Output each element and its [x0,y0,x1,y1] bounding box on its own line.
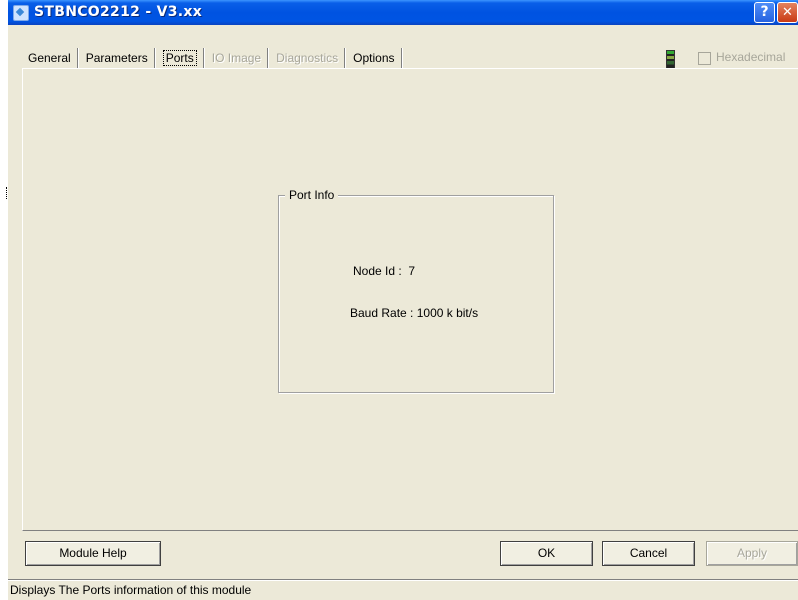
tab-strip: General Parameters Ports IO Image Diagno… [22,48,404,69]
node-id-value: 7 [408,264,416,278]
tab-panel-ports: Port Info Node Id : 7 Baud Rate : 1000 k… [22,68,798,531]
status-led-icon [666,50,675,69]
node-id-row: Node Id : 7 [353,264,415,278]
apply-button: Apply [706,541,798,566]
tab-label: Ports [162,50,197,66]
baud-rate-row: Baud Rate : 1000 k bit/s [350,306,478,320]
tab-label: IO Image [211,51,262,65]
window-title: STBNCO2212 - V3.xx [34,4,203,20]
module-help-button[interactable]: Module Help [25,541,161,566]
background-edge [0,0,8,600]
ok-button[interactable]: OK [500,541,593,566]
question-mark-icon: ? [760,4,769,20]
hexadecimal-label: Hexadecimal [716,50,786,64]
port-info-group: Port Info Node Id : 7 Baud Rate : 1000 k… [278,188,554,393]
tab-ports[interactable]: Ports [157,48,204,68]
title-bar[interactable]: STBNCO2212 - V3.xx ? ✕ [8,0,798,25]
tab-label: Parameters [85,51,148,65]
status-text: Displays The Ports information of this m… [10,583,252,597]
help-button[interactable]: ? [754,2,775,23]
tab-diagnostics: Diagnostics [270,48,346,68]
properties-dialog: STBNCO2212 - V3.xx ? ✕ General Parameter… [8,0,798,600]
app-icon [13,5,29,21]
tab-options[interactable]: Options [347,48,402,68]
group-title: Port Info [285,188,339,202]
baud-rate-value: 1000 k bit/s [416,306,479,320]
tab-general[interactable]: General [22,48,78,68]
tab-label: General [28,51,71,65]
status-bar: Displays The Ports information of this m… [8,579,798,600]
tab-label: Options [353,51,395,65]
baud-rate-label: Baud Rate : [350,306,414,320]
close-icon: ✕ [782,5,793,20]
tab-parameters[interactable]: Parameters [80,48,155,68]
hexadecimal-checkbox [698,52,711,65]
node-id-label: Node Id : [353,264,402,278]
tab-label: Diagnostics [276,51,339,65]
cancel-button[interactable]: Cancel [602,541,695,566]
tab-io-image: IO Image [206,48,269,68]
close-button[interactable]: ✕ [777,2,798,23]
